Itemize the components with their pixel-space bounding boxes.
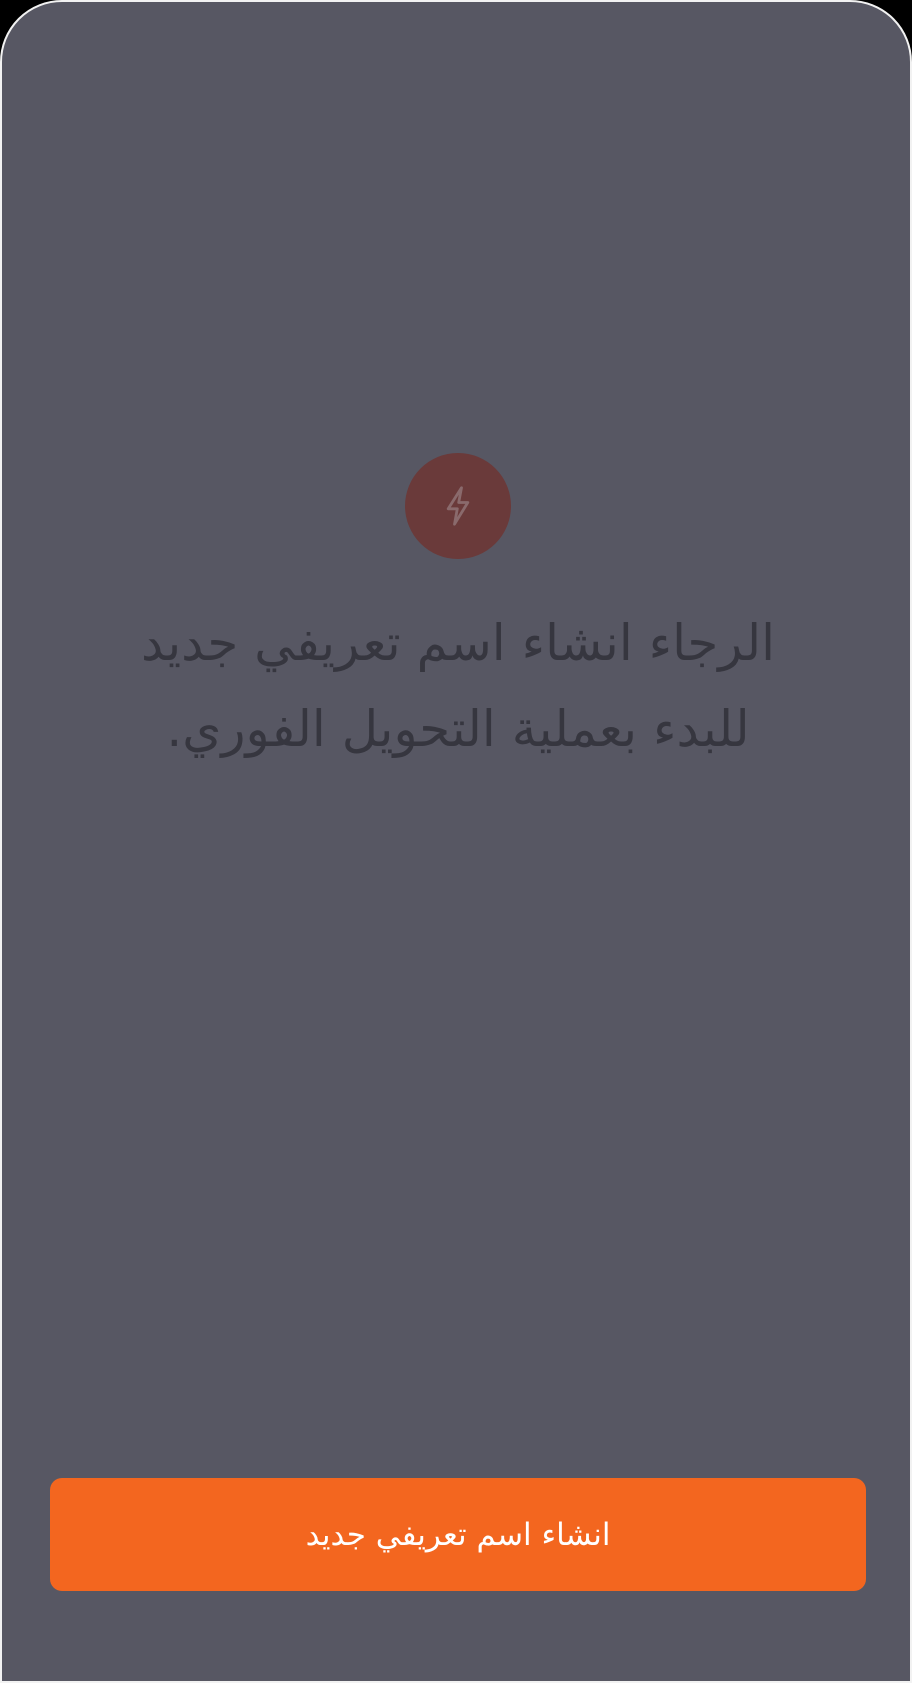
screen: الرجاء انشاء اسم تعريفي جديد للبدء بعملي… <box>0 0 912 1683</box>
lightning-bolt-icon <box>446 486 470 526</box>
lightning-icon-badge <box>405 453 511 559</box>
empty-state-message: الرجاء انشاء اسم تعريفي جديد للبدء بعملي… <box>141 614 775 758</box>
create-alias-button[interactable]: انشاء اسم تعريفي جديد <box>50 1478 866 1591</box>
